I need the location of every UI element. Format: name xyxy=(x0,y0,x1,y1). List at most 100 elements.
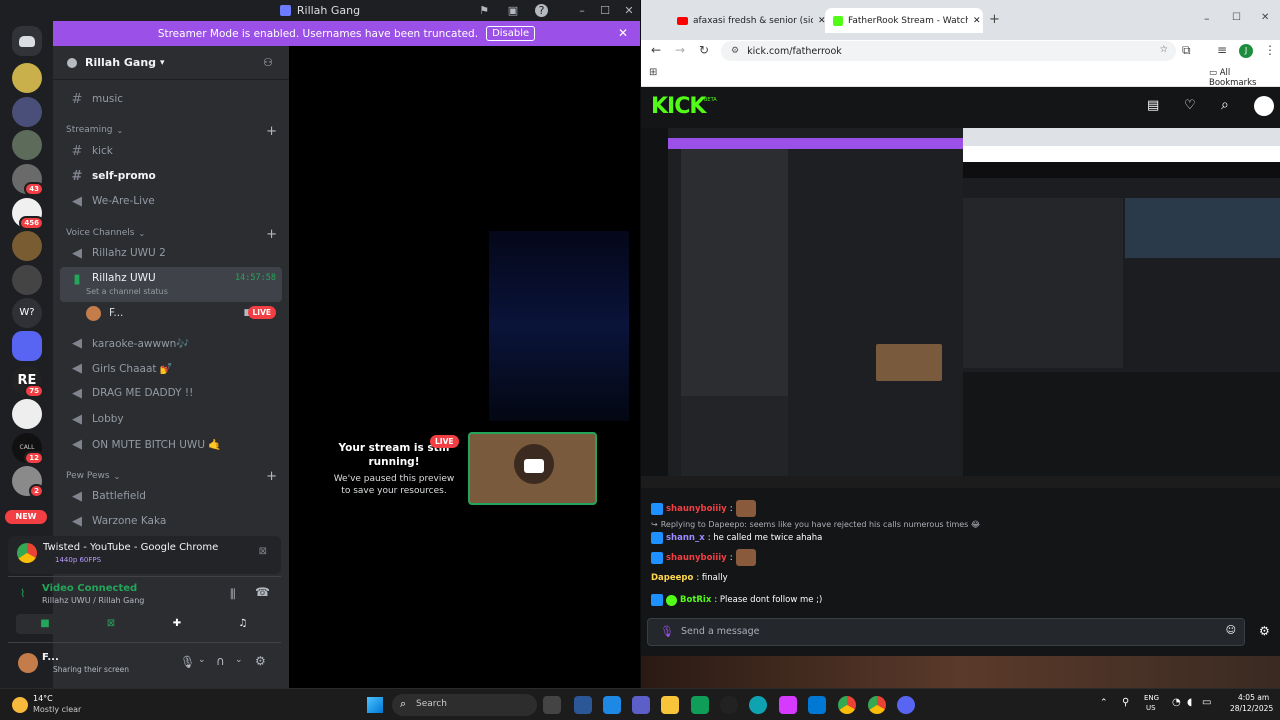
kick-logo[interactable]: KICK xyxy=(651,94,706,119)
search-icon[interactable]: ⌕ xyxy=(1221,97,1229,113)
discord-icon[interactable] xyxy=(897,696,915,714)
server-icon[interactable] xyxy=(12,399,42,429)
browse-icon[interactable]: ▤ xyxy=(1147,98,1159,113)
tab-close-icon[interactable]: ✕ xyxy=(973,16,981,26)
gear-icon[interactable]: ⚙ xyxy=(255,654,266,668)
help-icon[interactable]: ? xyxy=(535,4,548,17)
stream-preview[interactable] xyxy=(468,432,597,505)
forward-icon[interactable]: → xyxy=(675,43,685,57)
teams-icon[interactable] xyxy=(632,696,650,714)
headphones-icon[interactable]: ∩ xyxy=(216,654,225,668)
app-icon[interactable] xyxy=(603,696,621,714)
channel-rillahz-uwu-2[interactable]: ◀ Rillahz UWU 2 xyxy=(60,241,282,265)
taskbar-search[interactable]: ⌕ Search xyxy=(392,694,537,716)
maximize-icon[interactable]: ☐ xyxy=(1232,12,1241,23)
extensions-icon[interactable]: ⧉ xyxy=(1182,43,1191,58)
chat-username[interactable]: shaunyboiiiy xyxy=(666,553,727,563)
tab-youtube[interactable]: afaxasi fredsh & senior (sick - Y ✕ xyxy=(669,8,829,33)
add-member-icon[interactable]: ⚇ xyxy=(263,56,273,69)
clock-time[interactable]: 4:05 am xyxy=(1238,693,1269,702)
server-icon[interactable]: RE 75 xyxy=(12,366,44,398)
maximize-icon[interactable]: ☐ xyxy=(597,3,613,19)
profile-avatar[interactable]: J xyxy=(1239,44,1253,58)
channel-music[interactable]: # music xyxy=(60,87,282,111)
screen-share-button[interactable]: ⊠ xyxy=(82,614,140,634)
voice-user[interactable]: F... ■ LIVE xyxy=(60,301,282,325)
screen-icon[interactable]: ▣ xyxy=(505,3,521,19)
tab-kick[interactable]: FatherRook Stream - Watch Liv ✕ xyxy=(825,8,983,33)
app-icon[interactable] xyxy=(720,696,738,714)
noise-suppression-icon[interactable]: ⫼ xyxy=(230,587,236,602)
disable-button[interactable]: Disable xyxy=(486,26,536,41)
clock-date[interactable]: 28/12/2025 xyxy=(1230,704,1273,713)
close-icon[interactable]: ✕ xyxy=(1261,12,1269,23)
channel-lobby[interactable]: ◀ Lobby xyxy=(60,407,282,431)
task-view-icon[interactable] xyxy=(543,696,561,714)
start-icon[interactable] xyxy=(367,697,383,713)
all-bookmarks[interactable]: ▭ All Bookmarks xyxy=(1209,68,1280,88)
heart-icon[interactable]: ♡ xyxy=(1184,98,1196,113)
activity-card[interactable]: Twisted - YouTube - Google Chrome 1440p … xyxy=(8,536,281,574)
battery-icon[interactable]: ▭ xyxy=(1202,697,1211,708)
chat-username[interactable]: shann_x xyxy=(666,533,705,543)
gear-icon[interactable]: ⚙ xyxy=(1259,624,1270,638)
media-icon[interactable]: ≡ xyxy=(1217,43,1227,57)
wifi-icon[interactable]: ◔ xyxy=(1172,697,1181,708)
new-pill[interactable]: NEW xyxy=(5,510,47,524)
activities-button[interactable]: ✚ xyxy=(148,614,206,634)
stream-stage[interactable]: Your stream is still running! We've paus… xyxy=(289,46,640,688)
server-icon[interactable]: W? xyxy=(12,298,42,328)
lang[interactable]: ENG xyxy=(1144,694,1159,702)
minimize-icon[interactable]: – xyxy=(1204,12,1210,25)
mic-icon[interactable]: 🎙 xyxy=(660,625,674,638)
channel-self-promo[interactable]: # self-promo xyxy=(60,164,282,188)
edge-icon[interactable] xyxy=(749,696,767,714)
chat-username[interactable]: Dapeepo xyxy=(651,573,693,583)
new-tab-button[interactable]: + xyxy=(989,12,1000,27)
avatar[interactable] xyxy=(18,653,38,673)
chat-username[interactable]: shaunyboiiiy xyxy=(666,504,727,514)
network-icon[interactable]: ⚲ xyxy=(1122,697,1129,708)
server-icon[interactable] xyxy=(12,130,42,160)
server-icon[interactable] xyxy=(12,231,42,261)
category-streaming[interactable]: Streaming ⌄ xyxy=(66,125,123,135)
server-header[interactable]: Rillah Gang ▾ ⚇ xyxy=(53,46,289,80)
server-icon[interactable] xyxy=(12,265,42,295)
camera-button[interactable]: ■ xyxy=(16,614,74,634)
discord-home-icon[interactable] xyxy=(12,26,42,56)
app-icon[interactable] xyxy=(808,696,826,714)
reload-icon[interactable]: ↻ xyxy=(699,43,709,57)
add-channel-icon[interactable]: + xyxy=(266,227,277,242)
weather-icon[interactable] xyxy=(12,697,28,713)
stop-stream-icon[interactable]: ⊠ xyxy=(259,546,267,557)
minimize-icon[interactable]: – xyxy=(574,3,590,19)
banner-close-icon[interactable]: ✕ xyxy=(618,26,628,40)
app-icon[interactable] xyxy=(691,696,709,714)
channel-on-mute[interactable]: ◀ ON MUTE BITCH UWU 🤙 xyxy=(60,432,282,456)
file-explorer-icon[interactable] xyxy=(661,696,679,714)
server-icon[interactable] xyxy=(12,97,42,127)
server-icon[interactable]: 456 xyxy=(12,198,44,230)
server-icon[interactable]: 2 xyxy=(12,466,44,498)
server-icon[interactable]: CALL DUTY12 xyxy=(12,433,44,481)
volume-icon[interactable]: ◖ xyxy=(1187,697,1192,708)
back-icon[interactable]: ← xyxy=(651,43,661,57)
set-status-link[interactable]: Set a channel status xyxy=(86,287,168,296)
chevron-down-icon[interactable]: ⌄ xyxy=(198,655,206,665)
chrome-icon[interactable] xyxy=(868,696,886,714)
url-field[interactable]: ⚙ kick.com/fatherrook ☆ xyxy=(721,41,1176,61)
add-channel-icon[interactable]: + xyxy=(266,469,277,484)
emoji-icon[interactable]: ☺ xyxy=(1226,625,1236,636)
disconnect-icon[interactable]: ☎ xyxy=(255,585,270,599)
mic-icon[interactable]: 🎙 xyxy=(180,655,195,669)
server-icon[interactable] xyxy=(12,331,42,361)
chat-username[interactable]: BotRix xyxy=(680,595,711,605)
channel-warzone[interactable]: ◀ Warzone Kaka xyxy=(60,509,282,533)
stream-video[interactable] xyxy=(641,128,1280,488)
channel-girls-chaaat[interactable]: ◀ Girls Chaaat 💅 xyxy=(60,356,282,380)
star-icon[interactable]: ☆ xyxy=(1159,44,1168,55)
region[interactable]: US xyxy=(1146,704,1156,712)
soundboard-button[interactable]: ♫ xyxy=(214,614,272,634)
app-icon[interactable] xyxy=(779,696,797,714)
chevron-down-icon[interactable]: ⌄ xyxy=(235,655,243,665)
